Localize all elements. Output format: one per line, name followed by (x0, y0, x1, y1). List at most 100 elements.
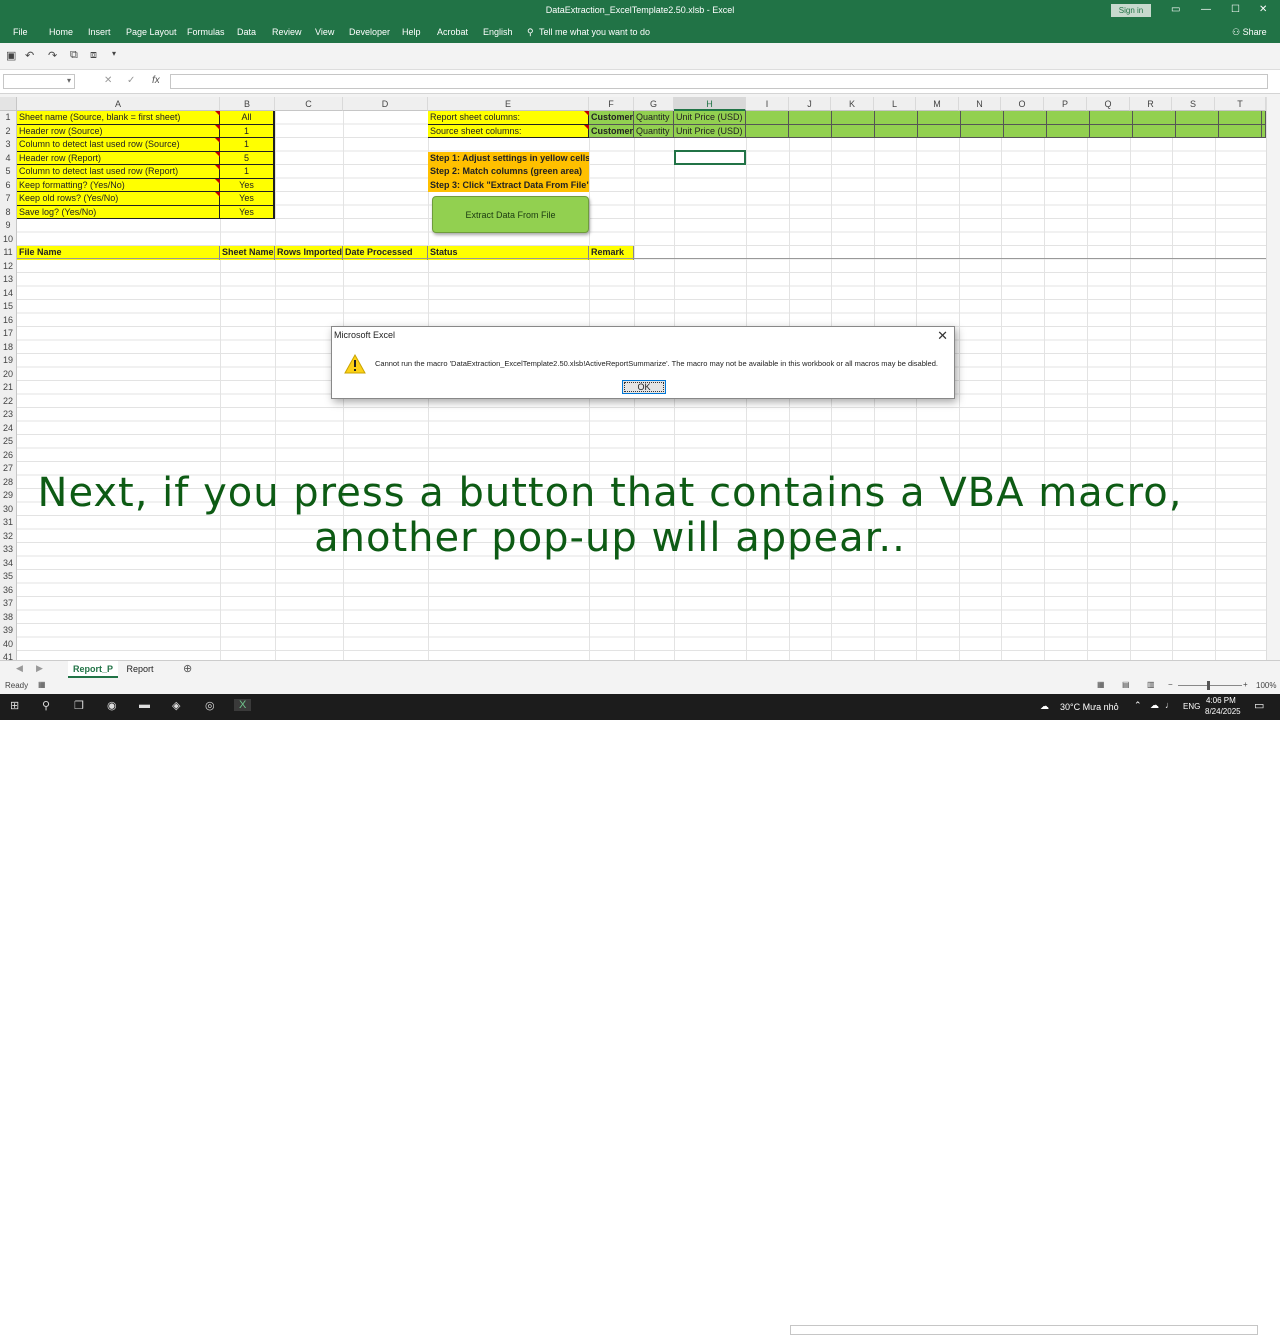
row-header[interactable]: 37 (0, 597, 17, 611)
obs-icon[interactable]: ◎ (205, 699, 215, 712)
setting-value[interactable]: Yes (220, 205, 275, 219)
selected-cell-h4[interactable] (674, 150, 746, 165)
zoom-slider[interactable] (1178, 685, 1242, 686)
setting-label[interactable]: Header row (Report) (17, 151, 220, 165)
row-header[interactable]: 22 (0, 394, 17, 408)
column-header-p[interactable]: P (1044, 97, 1087, 111)
share-button[interactable]: ⚇ Share (1232, 27, 1267, 38)
customize-qat-icon[interactable]: ▾ (112, 49, 116, 58)
green-mapping-area[interactable] (746, 124, 1266, 138)
setting-label[interactable]: Keep formatting? (Yes/No) (17, 178, 220, 192)
row-header[interactable]: 4 (0, 151, 17, 165)
tab-developer[interactable]: Developer (349, 27, 390, 37)
row-header[interactable]: 13 (0, 273, 17, 287)
row-header[interactable]: 3 (0, 138, 17, 152)
custom-macro-icon[interactable]: ⧉ (70, 49, 78, 62)
undo-icon[interactable]: ↶ (25, 49, 34, 62)
language-indicator[interactable]: ENG (1183, 702, 1200, 711)
search-icon[interactable]: ⚲ (42, 699, 50, 712)
green-mapping-area[interactable] (746, 111, 1266, 125)
page-break-view-icon[interactable]: ▥ (1147, 680, 1155, 689)
row-header[interactable]: 21 (0, 381, 17, 395)
close-icon[interactable]: ✕ (1259, 4, 1267, 15)
tab-help[interactable]: Help (402, 27, 421, 37)
column-header-s[interactable]: S (1172, 97, 1215, 111)
row-header[interactable]: 10 (0, 232, 17, 246)
row-header[interactable]: 1 (0, 111, 17, 125)
row-header[interactable]: 14 (0, 286, 17, 300)
prev-sheet-icon[interactable]: ◀ (16, 663, 23, 674)
setting-label[interactable]: Column to detect last used row (Report) (17, 165, 220, 179)
column-header-l[interactable]: L (874, 97, 916, 111)
row-header[interactable]: 5 (0, 165, 17, 179)
tab-page-layout[interactable]: Page Layout (126, 27, 177, 37)
row-header[interactable]: 17 (0, 327, 17, 341)
tab-file[interactable]: File (13, 27, 28, 37)
row-header[interactable]: 11 (0, 246, 17, 260)
setting-label[interactable]: Sheet name (Source, blank = first sheet) (17, 111, 220, 125)
zoom-in-icon[interactable]: + (1243, 680, 1248, 689)
setting-value[interactable]: 5 (220, 151, 275, 165)
source-col-unit-price[interactable]: Unit Price (USD) (674, 124, 746, 138)
network-icon[interactable]: ☁ (1150, 700, 1159, 711)
name-box[interactable]: ▾ (3, 74, 75, 89)
row-header[interactable]: 20 (0, 367, 17, 381)
chevron-up-icon[interactable]: ⌃ (1134, 700, 1142, 711)
windows-start-icon[interactable]: ⊞ (10, 699, 19, 712)
notification-icon[interactable]: ▭ (1254, 699, 1264, 712)
column-header-g[interactable]: G (634, 97, 674, 111)
next-sheet-icon[interactable]: ▶ (36, 663, 43, 674)
cancel-icon[interactable]: ✕ (104, 75, 112, 86)
column-header-b[interactable]: B (220, 97, 275, 111)
source-col-customer[interactable]: Customer (589, 124, 634, 138)
column-header-h[interactable]: H (674, 97, 746, 111)
page-layout-view-icon[interactable]: ▤ (1122, 680, 1130, 689)
row-header[interactable]: 19 (0, 354, 17, 368)
source-col-quantity[interactable]: Quantity (634, 124, 674, 138)
zoom-level[interactable]: 100% (1256, 681, 1276, 690)
column-header-j[interactable]: J (789, 97, 831, 111)
sheet-tab-report[interactable]: Report (120, 661, 160, 678)
row-header[interactable]: 2 (0, 124, 17, 138)
macro-record-icon[interactable]: ▦ (38, 680, 46, 689)
row-header[interactable]: 39 (0, 624, 17, 638)
setting-value[interactable]: Yes (220, 192, 275, 206)
tab-acrobat[interactable]: Acrobat (437, 27, 468, 37)
extract-data-button[interactable]: Extract Data From File (432, 196, 589, 233)
app-icon[interactable]: ◈ (172, 699, 180, 712)
custom-macro-2-icon[interactable]: ⧈ (90, 49, 97, 62)
tell-me-search[interactable]: Tell me what you want to do (539, 27, 650, 37)
add-sheet-icon[interactable]: ⊕ (183, 662, 192, 675)
source-columns-label[interactable]: Source sheet columns: (428, 124, 589, 138)
save-icon[interactable]: ▣ (6, 49, 16, 62)
chrome-icon[interactable]: ◉ (107, 699, 117, 712)
excel-taskbar-icon[interactable]: X (234, 699, 252, 711)
ribbon-display-icon[interactable]: ▭ (1171, 4, 1180, 15)
column-header-o[interactable]: O (1001, 97, 1044, 111)
enter-icon[interactable]: ✓ (127, 75, 135, 86)
row-header[interactable]: 6 (0, 178, 17, 192)
report-col-quantity[interactable]: Quantity (634, 111, 674, 125)
task-view-icon[interactable]: ❐ (74, 699, 84, 712)
tab-home[interactable]: Home (49, 27, 73, 37)
clock-date[interactable]: 8/24/2025 (1205, 707, 1241, 716)
zoom-slider-thumb[interactable] (1207, 681, 1210, 690)
column-header-m[interactable]: M (916, 97, 959, 111)
setting-value[interactable]: 1 (220, 138, 275, 152)
close-icon[interactable]: ✕ (937, 328, 948, 344)
tab-data[interactable]: Data (237, 27, 256, 37)
row-header[interactable]: 15 (0, 300, 17, 314)
select-all-corner[interactable] (0, 97, 17, 111)
insert-function-icon[interactable]: fx (152, 75, 160, 86)
column-header-e[interactable]: E (428, 97, 589, 111)
setting-label[interactable]: Header row (Source) (17, 124, 220, 138)
column-header-i[interactable]: I (746, 97, 789, 111)
tab-english[interactable]: English (483, 27, 513, 37)
column-header-r[interactable]: R (1130, 97, 1172, 111)
maximize-icon[interactable]: ☐ (1231, 4, 1240, 15)
row-header[interactable]: 7 (0, 192, 17, 206)
row-header[interactable]: 35 (0, 570, 17, 584)
weather-icon[interactable]: ☁ (1040, 701, 1049, 712)
row-header[interactable]: 16 (0, 313, 17, 327)
setting-value[interactable]: 1 (220, 124, 275, 138)
